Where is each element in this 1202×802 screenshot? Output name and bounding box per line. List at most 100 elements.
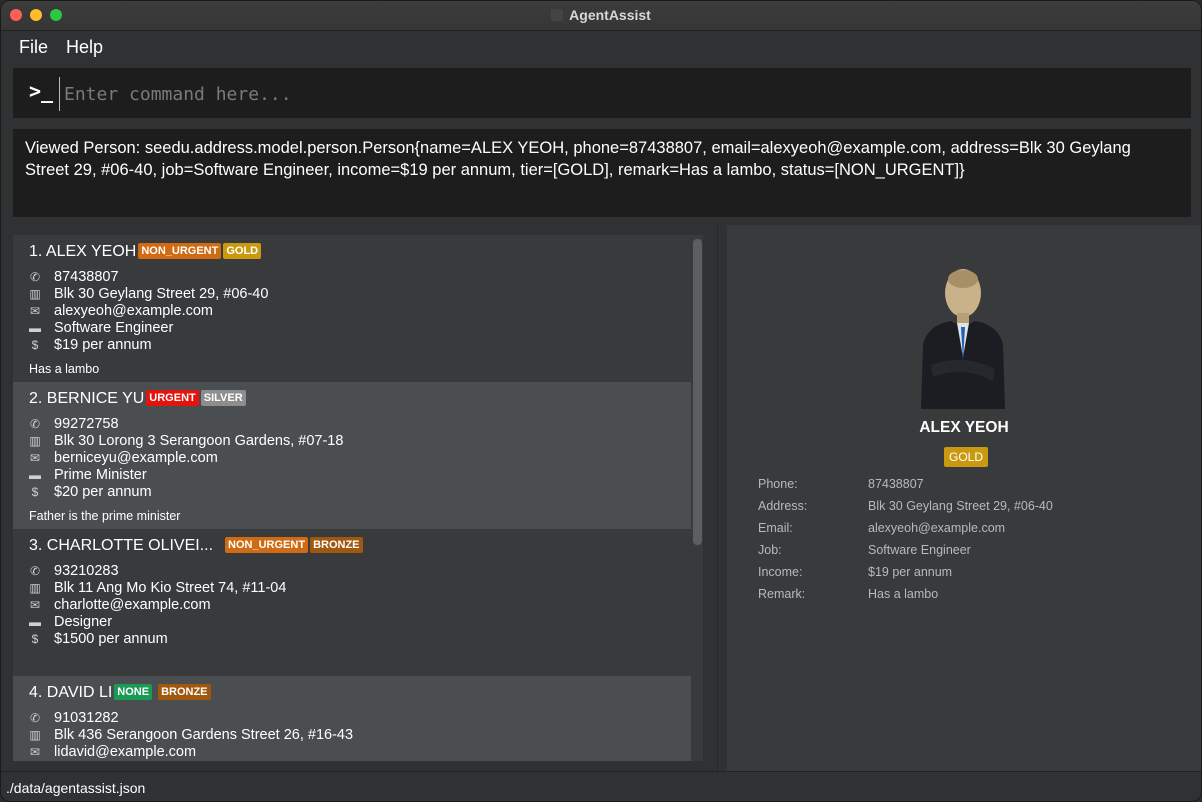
building-icon: ▥ — [29, 581, 41, 595]
email-value: lidavid@example.com — [54, 744, 197, 760]
address-value: Blk 11 Ang Mo Kio Street 74, #11-04 — [54, 580, 287, 596]
income-label: Income: — [758, 565, 803, 579]
income-value: $20 per annum — [54, 484, 152, 500]
address-field: ▥ Blk 30 Lorong 3 Serangoon Gardens, #07-… — [29, 433, 343, 450]
job-label: Job: — [758, 543, 782, 557]
phone-icon: ✆ — [29, 711, 41, 725]
briefcase-icon: ▬ — [29, 321, 41, 335]
person-name: 2. BERNICE YU — [29, 390, 145, 407]
person-card[interactable]: 2. BERNICE YU URGENT SILVER ✆ 99272758 ▥ Blk… — [13, 382, 691, 529]
list-scrollbar[interactable] — [693, 239, 702, 545]
person-card[interactable]: 4. DAVID LI NONE BRONZE ✆ 91031282 ▥ Blk 436… — [13, 676, 691, 761]
person-name-row: 3. CHARLOTTE OLIVEI... NON_URGENT BRONZE — [29, 537, 363, 555]
email-value: alexyeoh@example.com — [54, 303, 213, 319]
menu-file[interactable]: File — [19, 37, 48, 58]
command-box: >_ — [13, 68, 1191, 118]
income-value: $19 per annum — [868, 565, 953, 579]
command-input[interactable] — [59, 77, 1176, 111]
result-display: Viewed Person: seedu.address.model.perso… — [13, 129, 1191, 217]
job-value: Software Engineer — [868, 543, 971, 557]
person-name-row: 1. ALEX YEOH NON_URGENT GOLD — [29, 243, 262, 261]
job-field: ▬ Designer — [29, 614, 112, 631]
income-value: $1500 per annum — [54, 631, 168, 647]
job-value: Designer — [54, 614, 113, 630]
menu-bar: File Help — [1, 31, 1201, 63]
income-field: $ $19 per annum — [29, 337, 152, 354]
address-value: Blk 30 Lorong 3 Serangoon Gardens, #07-1… — [54, 433, 344, 449]
person-card[interactable]: 3. CHARLOTTE OLIVEI... NON_URGENT BRONZE ✆… — [13, 529, 691, 676]
save-location: ./data/agentassist.json — [6, 780, 146, 796]
person-card[interactable]: 1. ALEX YEOH NON_URGENT GOLD ✆ 87438807 ▥ Bl… — [13, 235, 691, 382]
dollar-icon: $ — [31, 485, 39, 499]
income-field: $ $20 per annum — [29, 484, 152, 501]
remark-text: Father is the prime minister — [29, 509, 181, 523]
briefcase-icon: ▬ — [29, 468, 41, 482]
address-field: ▥ Blk 30 Geylang Street 29, #06-40 — [29, 286, 268, 303]
remark-value: Has a lambo — [868, 587, 939, 601]
remark-label: Remark: — [758, 587, 806, 601]
job-field: ▬ Software Engineer — [29, 320, 173, 337]
building-icon: ▥ — [29, 434, 41, 448]
email-label: Email: — [758, 521, 793, 535]
status-badge: NONE — [114, 684, 153, 700]
remark-text: Has a lambo — [29, 362, 100, 376]
status-badge: NON_URGENT — [225, 537, 309, 553]
email-field: ✉ berniceyu@example.com — [29, 450, 218, 467]
detail-tier-badge: GOLD — [944, 447, 989, 467]
status-bar: ./data/agentassist.json — [1, 771, 1201, 801]
app-icon — [551, 9, 564, 21]
tier-badge: GOLD — [223, 243, 262, 259]
phone-icon: ✆ — [29, 564, 41, 578]
email-value: berniceyu@example.com — [54, 450, 218, 466]
phone-field: ✆ 99272758 — [29, 416, 119, 433]
person-name: 4. DAVID LI — [29, 684, 113, 701]
phone-field: ✆ 93210283 — [29, 563, 119, 580]
avatar — [921, 269, 1005, 409]
email-value: charlotte@example.com — [54, 597, 211, 613]
briefcase-icon: ▬ — [29, 615, 41, 629]
person-name-row: 4. DAVID LI NONE BRONZE — [29, 684, 211, 702]
address-field: ▥ Blk 11 Ang Mo Kio Street 74, #11-04 — [29, 580, 286, 597]
tier-badge: BRONZE — [310, 537, 363, 553]
phone-value: 99272758 — [54, 416, 119, 432]
title-bar: AgentAssist — [1, 1, 1201, 31]
envelope-icon: ✉ — [29, 304, 41, 318]
phone-label: Phone: — [758, 477, 798, 491]
envelope-icon: ✉ — [29, 745, 41, 759]
job-value: Software Engineer — [54, 320, 174, 336]
email-field: ✉ lidavid@example.com — [29, 744, 196, 761]
detail-name: ALEX YEOH — [919, 419, 1009, 436]
phone-field: ✆ 91031282 — [29, 710, 119, 727]
phone-value: 87438807 — [868, 477, 924, 491]
envelope-icon: ✉ — [29, 598, 41, 612]
person-detail-panel: ALEX YEOH GOLD Phone: 87438807 Address: … — [727, 225, 1201, 771]
phone-icon: ✆ — [29, 270, 41, 284]
menu-help[interactable]: Help — [66, 37, 103, 58]
job-field: ▬ Prime Minister — [29, 467, 147, 484]
tier-badge: BRONZE — [158, 684, 211, 700]
income-value: $19 per annum — [54, 337, 152, 353]
income-field: $ $1500 per annum — [29, 631, 168, 648]
address-field: ▥ Blk 436 Serangoon Gardens Street 26, #1… — [29, 727, 353, 744]
phone-value: 87438807 — [54, 269, 119, 285]
dollar-icon: $ — [31, 632, 39, 646]
address-value: Blk 436 Serangoon Gardens Street 26, #16… — [54, 727, 354, 743]
email-field: ✉ charlotte@example.com — [29, 597, 211, 614]
person-name: 3. CHARLOTTE OLIVEI... — [29, 537, 214, 554]
window-title: AgentAssist — [1, 7, 1201, 23]
envelope-icon: ✉ — [29, 451, 41, 465]
address-value: Blk 30 Geylang Street 29, #06-40 — [54, 286, 269, 302]
address-value: Blk 30 Geylang Street 29, #06-40 — [868, 499, 1053, 513]
job-value: Prime Minister — [54, 467, 147, 483]
phone-field: ✆ 87438807 — [29, 269, 119, 286]
building-icon: ▥ — [29, 728, 41, 742]
person-name: 1. ALEX YEOH — [29, 243, 137, 260]
window-title-text: AgentAssist — [569, 7, 651, 23]
building-icon: ▥ — [29, 287, 41, 301]
email-field: ✉ alexyeoh@example.com — [29, 303, 213, 320]
person-list[interactable]: 1. ALEX YEOH NON_URGENT GOLD ✆ 87438807 ▥ Bl… — [13, 235, 703, 761]
person-name-row: 2. BERNICE YU URGENT SILVER — [29, 390, 246, 408]
phone-value: 91031282 — [54, 710, 119, 726]
status-badge: URGENT — [146, 390, 199, 406]
phone-value: 93210283 — [54, 563, 119, 579]
